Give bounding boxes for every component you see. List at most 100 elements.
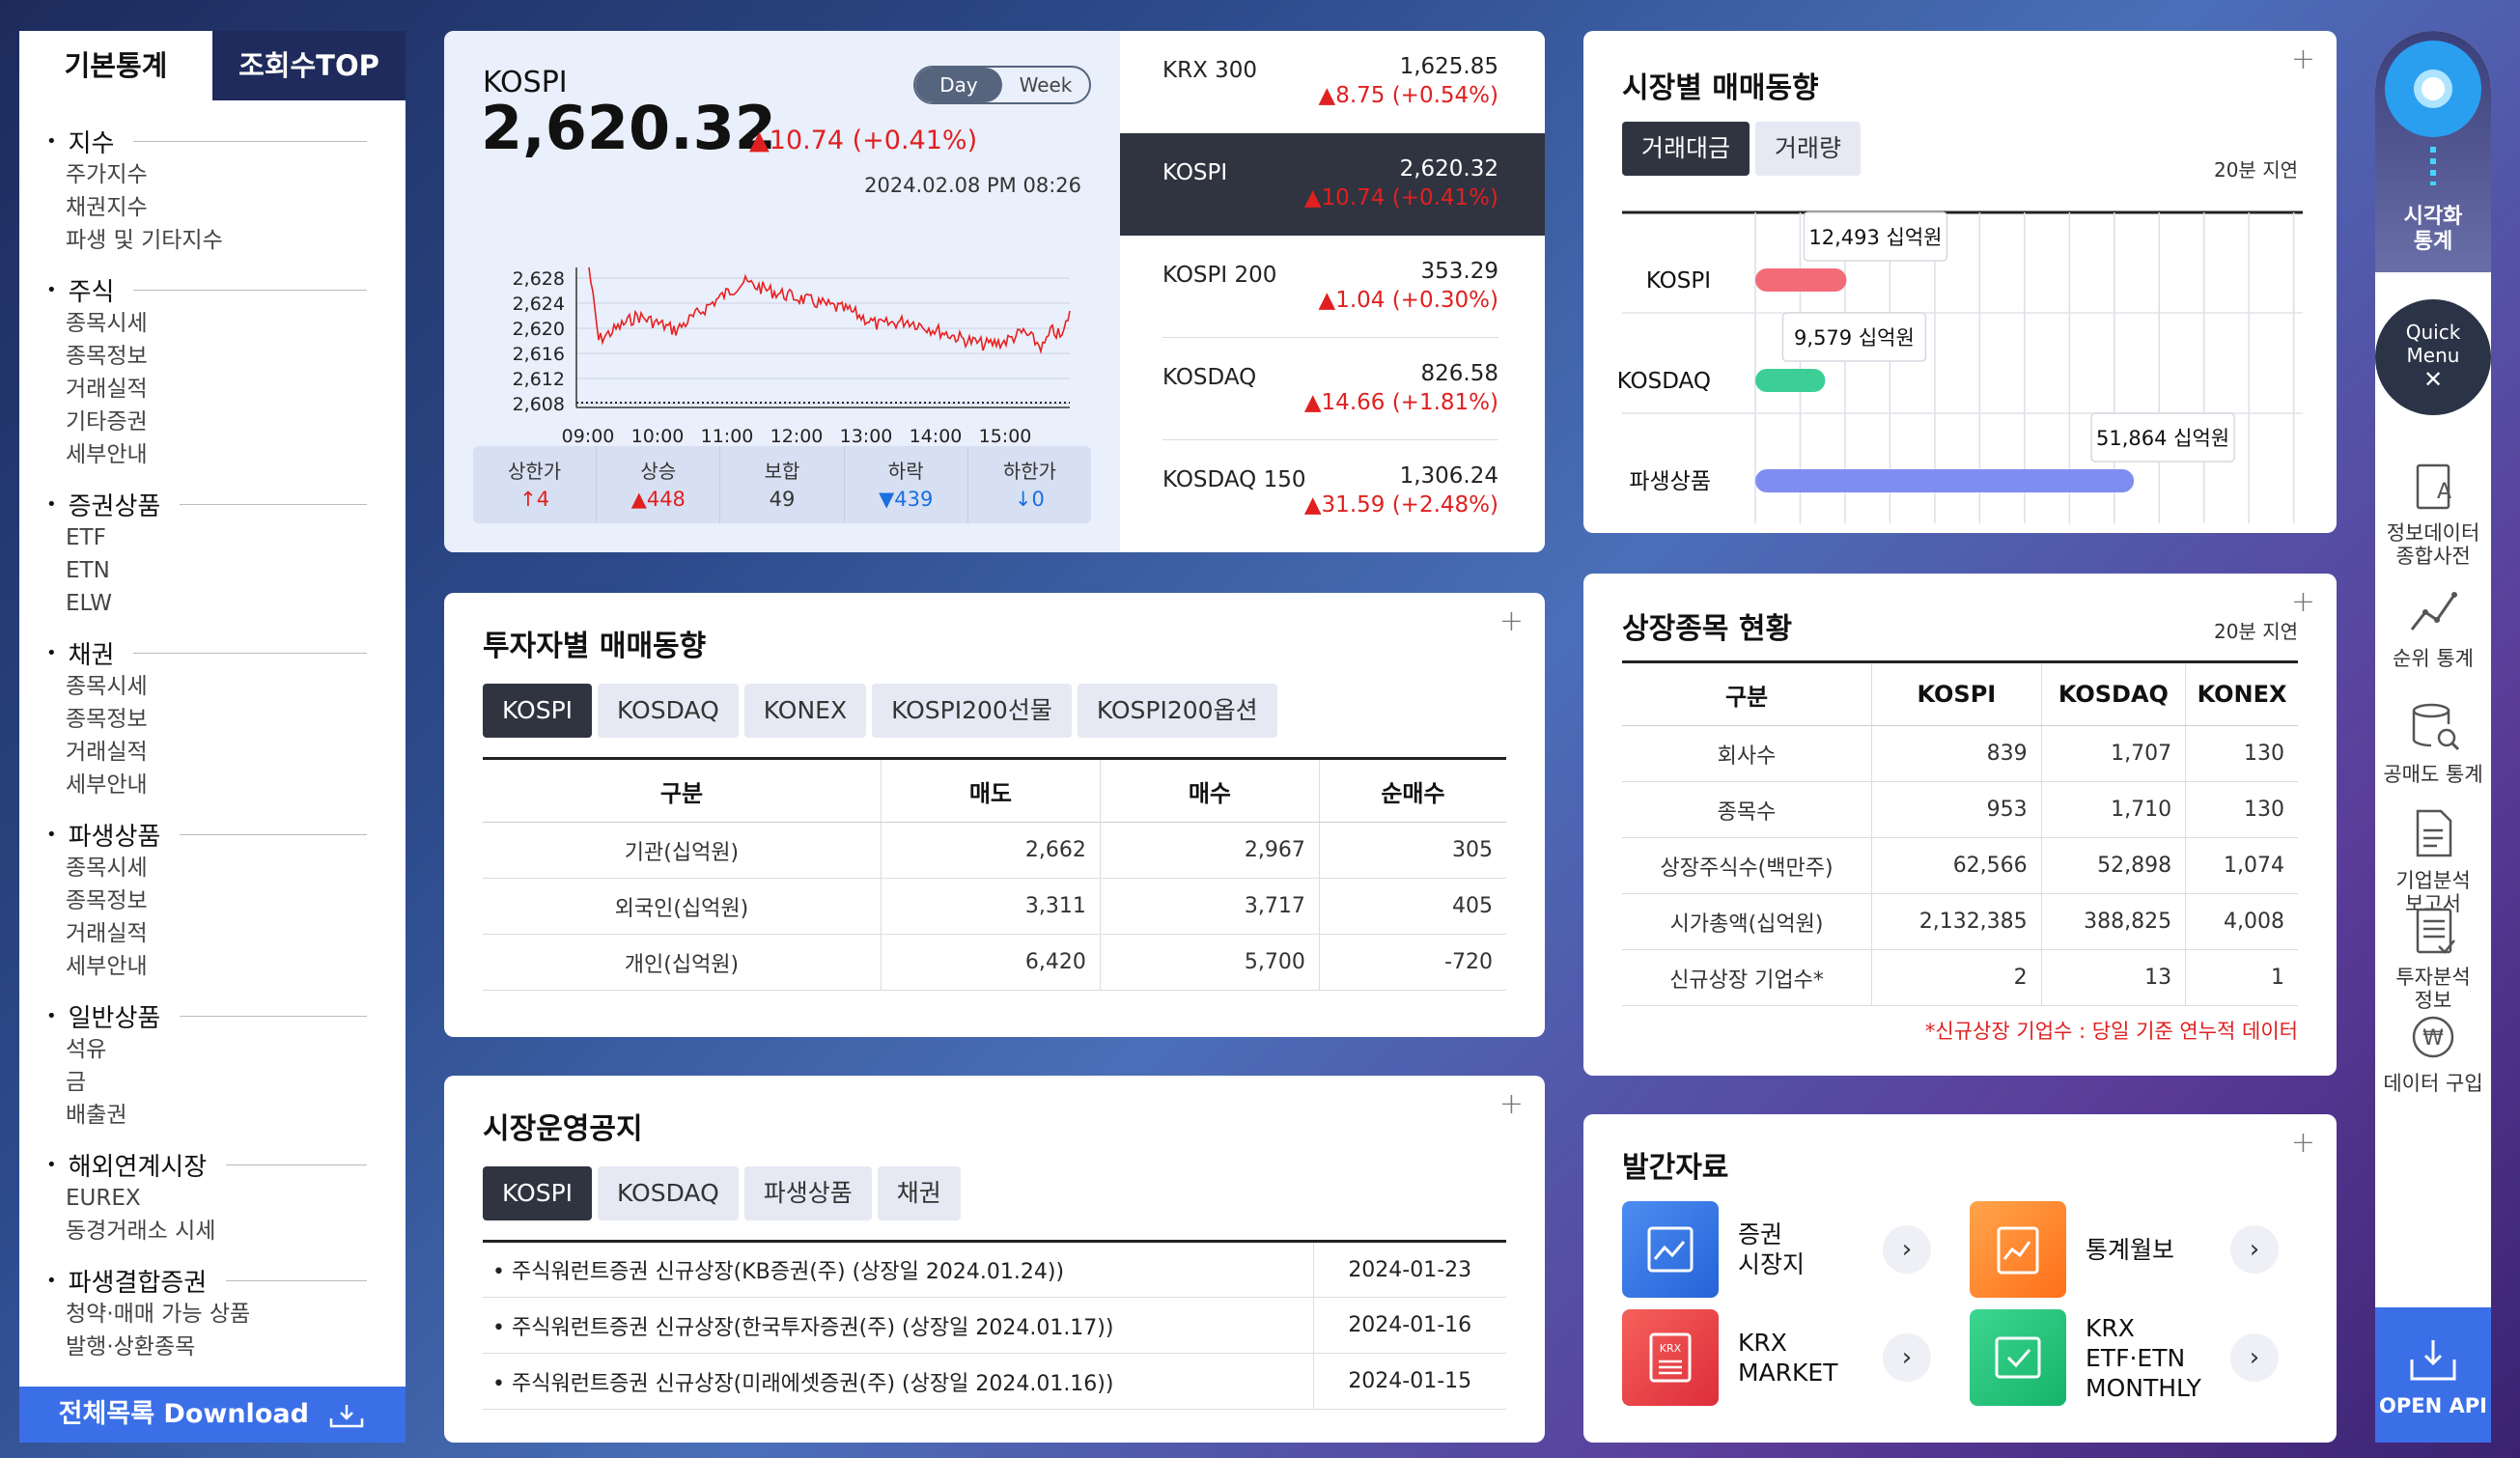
notice-row[interactable]: • 주식워런트증권 신규상장(KB증권(주) (상장일 2024.01.24))… <box>483 1241 1506 1298</box>
tab-kosdaq[interactable]: KOSDAQ <box>598 684 739 738</box>
notice-row[interactable]: • 주식워런트증권 신규상장(한국투자증권(주) (상장일 2024.01.17… <box>483 1297 1506 1354</box>
menu-section-header[interactable]: • 일반상품 <box>46 998 406 1033</box>
bar[interactable] <box>1755 268 1847 292</box>
menu-item[interactable]: 기타증권 <box>46 406 406 438</box>
check-doc-icon <box>1970 1309 2066 1406</box>
quick-link[interactable]: ₩ 데이터 구입 <box>2375 996 2491 1095</box>
menu-item[interactable]: 주가지수 <box>46 158 406 191</box>
menu-item[interactable]: 세부안내 <box>46 438 406 471</box>
tab-trade-amount[interactable]: 거래대금 <box>1622 122 1750 176</box>
listing-status-card: + 상장종목 현황 20분 지연 구분 KOSPI KOSDAQ KONEX 회사수 83… <box>1583 574 2337 1076</box>
quick-link[interactable]: 공매도 통계 <box>2375 687 2491 786</box>
index-name: KOSDAQ 150 <box>1162 467 1306 492</box>
more-plus-icon[interactable]: + <box>2291 1126 2315 1160</box>
menu-item[interactable]: 발행·상환종목 <box>46 1331 406 1363</box>
notice-title[interactable]: 주식워런트증권 신규상장(한국투자증권(주) (상장일 2024.01.17)) <box>512 1316 1113 1340</box>
investor-table: 구분 매도 매수 순매수 기관(십억원) 2,662 2,967 305 외국인(십억원) 3,3… <box>483 757 1506 991</box>
menu-section-header[interactable]: • 지수 <box>46 124 406 158</box>
menu-section-header[interactable]: • 증권상품 <box>46 487 406 521</box>
bar-value-label: 51,864 십억원 <box>2096 427 2229 450</box>
menu-item[interactable]: 종목정보 <box>46 703 406 736</box>
menu-item[interactable]: 금 <box>46 1066 406 1099</box>
viz-stats-button[interactable]: 시각화 통계 <box>2375 31 2491 272</box>
menu-item[interactable]: 세부안내 <box>46 950 406 983</box>
quick-link[interactable]: 순위 통계 <box>2375 572 2491 670</box>
notice-title[interactable]: 주식워런트증권 신규상장(미래에셋증권(주) (상장일 2024.01.16)) <box>512 1372 1113 1396</box>
card-title: 투자자별 매매동향 <box>483 630 707 663</box>
menu-item[interactable]: 종목시세 <box>46 670 406 703</box>
index-row[interactable]: KOSDAQ 826.58 ▲14.66 (+1.81%) <box>1120 338 1545 440</box>
pub-etf-etn-monthly[interactable]: KRX ETF·ETN MONTHLY › <box>1970 1309 2279 1406</box>
cell-value: 130 <box>2185 725 2298 782</box>
bullet-icon: • <box>46 1270 57 1291</box>
menu-item[interactable]: EUREX <box>46 1182 406 1215</box>
menu-item[interactable]: 거래실적 <box>46 736 406 769</box>
menu-section-header[interactable]: • 채권 <box>46 635 406 670</box>
menu-item[interactable]: ELW <box>46 587 406 620</box>
menu-section-header[interactable]: • 파생상품 <box>46 817 406 852</box>
menu-item[interactable]: 채권지수 <box>46 191 406 224</box>
tab-kosdaq[interactable]: KOSDAQ <box>598 1166 739 1220</box>
tab-top-views[interactable]: 조회수TOP <box>212 31 406 100</box>
pub-securities-magazine[interactable]: 증권 시장지 › <box>1622 1201 1931 1298</box>
quick-link-label: 순위 통계 <box>2393 647 2474 670</box>
index-row[interactable]: KOSPI 200 353.29 ▲1.04 (+0.30%) <box>1120 236 1545 338</box>
menu-item[interactable]: 석유 <box>46 1033 406 1066</box>
index-row[interactable]: KOSPI 2,620.32 ▲10.74 (+0.41%) <box>1120 133 1545 236</box>
tab-파생상품[interactable]: 파생상품 <box>743 1166 872 1220</box>
menu-item[interactable]: 종목정보 <box>46 884 406 917</box>
quick-link[interactable]: A 정보데이터 종합사전 <box>2375 446 2491 568</box>
menu-item[interactable]: 청약·매매 가능 상품 <box>46 1298 406 1331</box>
stat-value: ▼439 <box>879 488 934 511</box>
bar[interactable] <box>1755 369 1826 392</box>
quick-link[interactable]: 투자분석 정보 <box>2375 890 2491 1012</box>
toggle-day[interactable]: Day <box>915 68 1002 102</box>
tab-basic-stats[interactable]: 기본통계 <box>19 31 212 100</box>
index-row[interactable]: KOSDAQ 150 1,306.24 ▲31.59 (+2.48%) <box>1120 440 1545 543</box>
open-api-button[interactable]: OPEN API <box>2375 1307 2491 1443</box>
index-row[interactable]: KRX 300 1,625.85 ▲8.75 (+0.54%) <box>1120 31 1545 133</box>
menu-item[interactable]: ETN <box>46 554 406 587</box>
menu-item[interactable]: 종목시세 <box>46 307 406 340</box>
chevron-right-icon[interactable]: › <box>1883 1225 1931 1274</box>
menu-item[interactable]: 거래실적 <box>46 373 406 406</box>
more-plus-icon[interactable]: + <box>1499 1087 1524 1121</box>
tab-채권[interactable]: 채권 <box>877 1166 961 1220</box>
tab-kospi[interactable]: KOSPI <box>483 684 593 738</box>
quick-menu-button[interactable]: Quick Menu ✕ <box>2375 299 2491 415</box>
download-all-button[interactable]: 전체목록 Download <box>19 1387 406 1443</box>
pub-krx-market[interactable]: KRX KRX MARKET › <box>1622 1309 1931 1406</box>
menu-item[interactable]: 종목정보 <box>46 340 406 373</box>
menu-section-header[interactable]: • 파생결합증권 <box>46 1263 406 1298</box>
pub-monthly-stats[interactable]: 통계월보 › <box>1970 1201 2279 1298</box>
menu-item[interactable]: 동경거래소 시세 <box>46 1215 406 1248</box>
menu-item[interactable]: 파생 및 기타지수 <box>46 224 406 257</box>
tab-kospi[interactable]: KOSPI <box>483 1166 593 1220</box>
more-plus-icon[interactable]: + <box>2291 585 2315 619</box>
bar[interactable] <box>1755 469 2135 492</box>
chevron-right-icon[interactable]: › <box>1883 1333 1931 1382</box>
notice-title-cell: • 주식워런트증권 신규상장(KB증권(주) (상장일 2024.01.24)) <box>483 1241 1314 1298</box>
investment-report-icon <box>2375 890 2491 958</box>
more-plus-icon[interactable]: + <box>1499 604 1524 638</box>
tab-kospi200선물[interactable]: KOSPI200선물 <box>872 684 1072 738</box>
notice-row[interactable]: • 주식워런트증권 신규상장(미래에셋증권(주) (상장일 2024.01.16… <box>483 1353 1506 1410</box>
more-plus-icon[interactable]: + <box>2291 42 2315 76</box>
svg-text:A: A <box>2437 480 2451 504</box>
menu-section-header[interactable]: • 주식 <box>46 272 406 307</box>
menu-item[interactable]: 거래실적 <box>46 917 406 950</box>
tab-kospi200옵션[interactable]: KOSPI200옵션 <box>1077 684 1277 738</box>
bullet-icon: • <box>46 1154 57 1175</box>
tab-konex[interactable]: KONEX <box>743 684 867 738</box>
chevron-right-icon[interactable]: › <box>2230 1225 2279 1274</box>
menu-item[interactable]: 종목시세 <box>46 852 406 884</box>
chevron-right-icon[interactable]: › <box>2230 1333 2279 1382</box>
toggle-week[interactable]: Week <box>1002 68 1089 102</box>
menu-item[interactable]: 세부안내 <box>46 769 406 801</box>
notice-title[interactable]: 주식워런트증권 신규상장(KB증권(주) (상장일 2024.01.24)) <box>512 1260 1064 1284</box>
menu-item[interactable]: ETF <box>46 521 406 554</box>
menu-section-header[interactable]: • 해외연계시장 <box>46 1147 406 1182</box>
stat-value: ↓0 <box>1014 488 1045 511</box>
menu-item[interactable]: 배출권 <box>46 1099 406 1132</box>
tab-trade-volume[interactable]: 거래량 <box>1755 122 1862 176</box>
